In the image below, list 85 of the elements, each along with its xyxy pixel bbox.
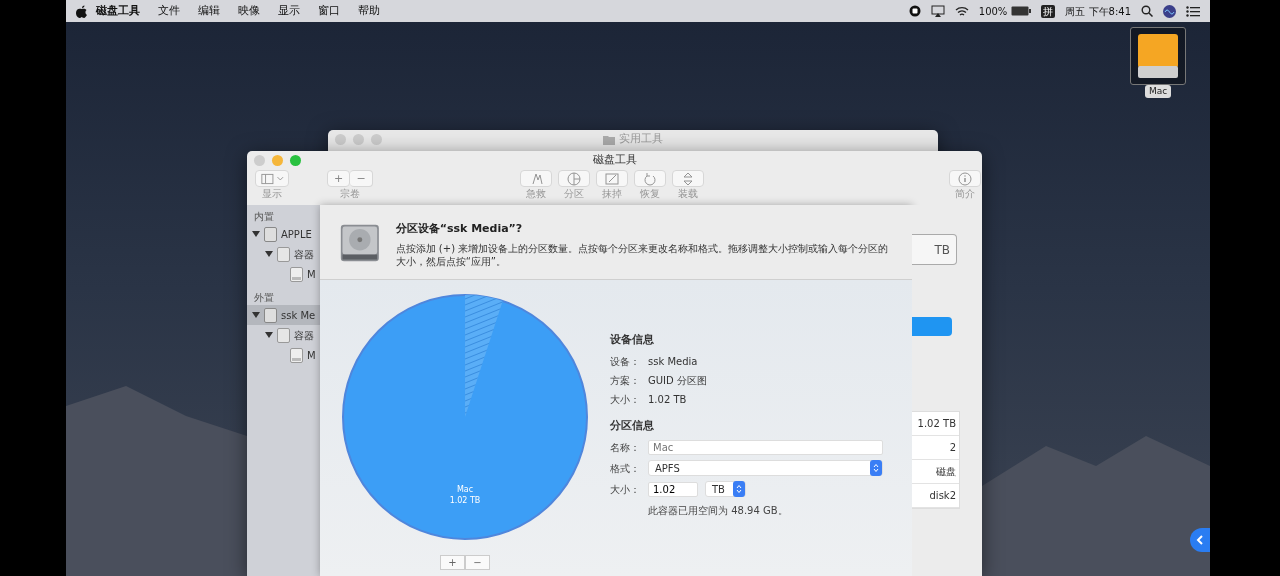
drive-icon [264,307,277,323]
table-cell: 2 [912,436,959,460]
info-label: 设备： [610,354,641,369]
usage-note: 此容器已用空间为 48.94 GB。 [648,503,789,518]
menu-item[interactable]: 显示 [269,2,309,20]
sidebar-item[interactable]: M [247,345,320,365]
drive-icon [277,246,290,262]
drive-icon[interactable] [1130,27,1186,85]
disclosure-triangle-icon[interactable] [265,331,273,339]
pie-icon [566,171,582,186]
partition-size: 1.02 TB [449,496,481,505]
info-value: 1.02 TB [648,392,687,407]
disclosure-triangle-icon[interactable] [252,311,260,319]
drive-icon [277,327,290,343]
table-cell: 磁盘 [912,460,959,484]
disclosure-triangle-icon[interactable] [265,250,273,258]
window-title: 实用工具 [619,131,663,148]
erase-icon [604,171,620,186]
stepper-icon [873,463,879,473]
search-icon[interactable] [1141,5,1153,17]
info-label: 简介 [955,188,975,199]
view-label: 显示 [262,188,282,199]
menu-item[interactable]: 文件 [149,2,189,20]
section-title: 分区信息 [610,417,655,433]
add-partition-button[interactable]: + [440,555,465,570]
folder-icon [603,134,615,145]
sidebar-item[interactable]: M [247,264,320,284]
apple-icon[interactable] [76,4,87,18]
window-title: 磁盘工具 [592,152,637,169]
drive-icon [290,266,303,282]
menu-item[interactable]: 映像 [229,2,269,20]
firstaid-label: 急救 [526,188,546,199]
sheet-title: 分区设备“ssk Media”? [395,221,524,237]
partition-pie[interactable] [342,294,588,540]
mount-label: 装载 [678,188,698,199]
remove-partition-button[interactable]: − [465,555,490,570]
sidebar-section-title: 内置 [253,210,275,224]
partition-name: Mac [456,485,474,494]
unit-dropdown[interactable]: TB [705,481,746,497]
menu-item[interactable]: 编辑 [189,2,229,20]
info-label: 大小： [610,392,641,407]
sidebar-toggle-icon [260,171,284,186]
table-cell: 1.02 TB [912,412,959,436]
wifi-icon[interactable] [954,5,969,17]
menu-clock[interactable]: 周五 下午8:41 [1065,3,1131,19]
sidebar-item[interactable]: ssk Me [247,305,320,325]
info-label: 方案： [610,373,641,388]
record-icon[interactable] [908,5,921,17]
sheet-description: 点按添加 (+) 来增加设备上的分区数量。点按每个分区来更改名称和格式。拖移调整大小控制或输入每个分区的大小，然后点按“应用”。 [395,241,890,268]
name-field[interactable]: Mac [648,439,883,455]
menu-item[interactable]: 帮助 [349,2,389,20]
menu-item[interactable]: 窗口 [309,2,349,20]
info-icon [957,171,973,186]
partition-label: 分区 [564,188,584,199]
restore-icon [642,171,658,186]
sidebar-item[interactable]: APPLE [247,224,320,244]
size-field: TB [912,234,957,265]
erase-label: 抹掉 [602,188,622,199]
capacity-bar [912,317,952,336]
input-method-indicator[interactable]: 拼 [1041,4,1056,18]
drive-label: Mac [1145,85,1172,98]
volume-label: 宗卷 [340,188,360,199]
battery-percentage: 100% [978,4,1008,19]
drive-icon [264,226,277,242]
drive-icon [290,347,303,363]
info-value: ssk Media [648,354,698,369]
disclosure-triangle-icon[interactable] [252,230,260,238]
restore-label: 恢复 [640,188,660,199]
field-label: 格式： [610,461,641,476]
sidebar-item[interactable]: 容器 [247,325,320,345]
stepper-icon [736,484,742,494]
table-cell: disk2 [912,484,959,508]
battery-icon[interactable] [1011,6,1032,16]
field-label: 名称： [610,440,641,455]
format-dropdown[interactable]: APFS [648,460,883,476]
siri-icon[interactable] [1163,4,1176,18]
info-value: GUID 分区图 [648,373,707,388]
field-label: 大小： [610,482,641,497]
section-title: 设备信息 [610,332,655,347]
size-field[interactable]: 1.02 [648,481,698,497]
sidebar-section-title: 外置 [253,291,275,305]
sidebar-item[interactable]: 容器 [247,244,320,264]
list-icon[interactable] [1186,5,1200,17]
airplay-icon[interactable] [930,5,945,17]
menu-item[interactable]: 磁盘工具 [87,2,149,20]
